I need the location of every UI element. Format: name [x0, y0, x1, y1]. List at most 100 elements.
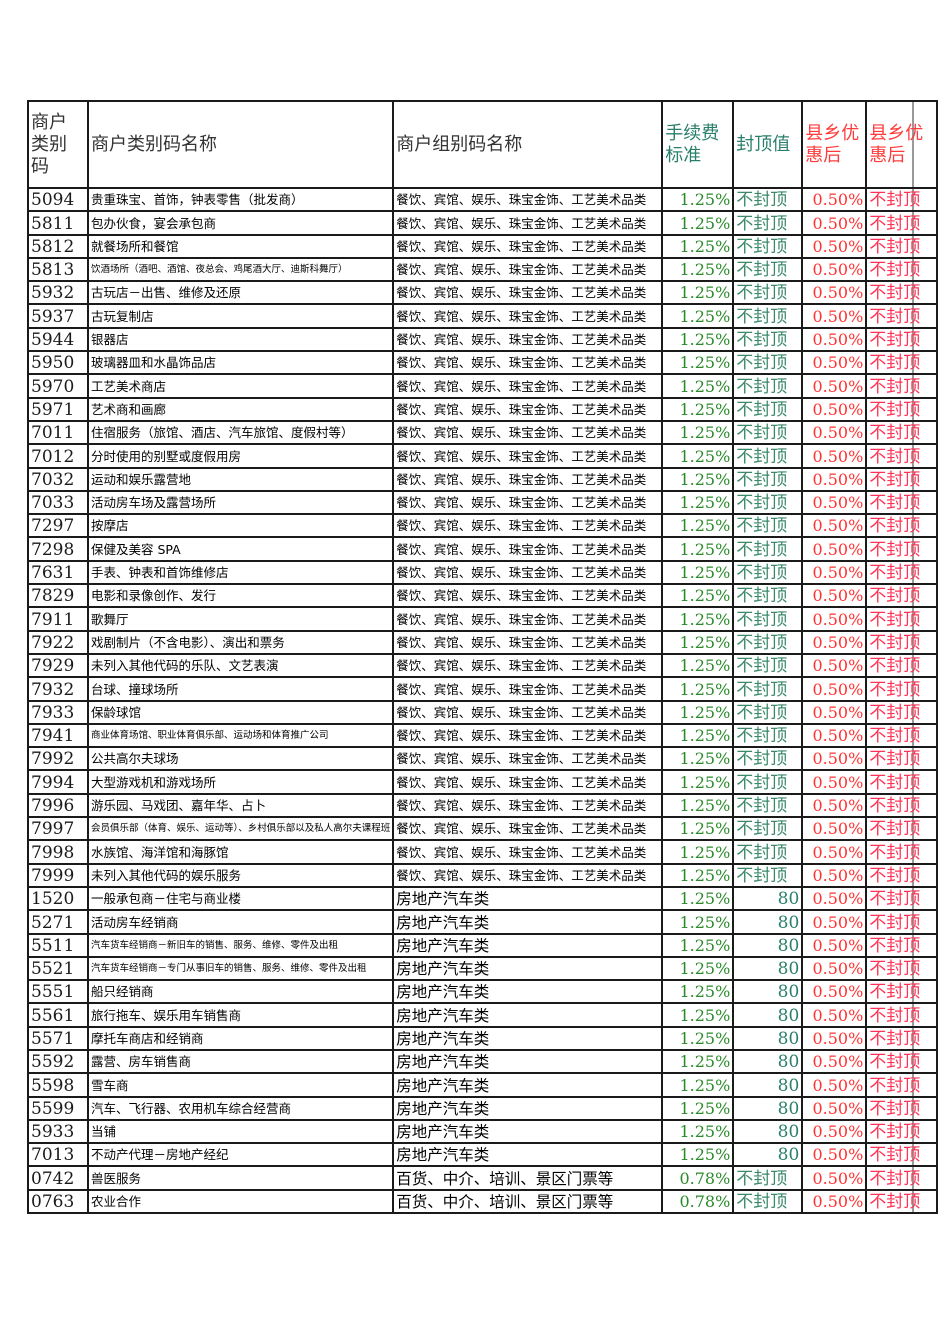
- cell-county-fee[interactable]: 0.50%: [801, 489, 868, 516]
- cell-group[interactable]: 餐饮、宾馆、娱乐、珠宝金饰、工艺美术品类: [392, 792, 664, 819]
- cell-name[interactable]: 当铺: [86, 1118, 395, 1145]
- cell-name[interactable]: 饮酒场所（酒吧、酒馆、夜总会、鸡尾酒大厅、迪斯科舞厅）: [86, 256, 395, 283]
- cell-county-cap[interactable]: 不封顶: [865, 839, 939, 865]
- cell-county-fee[interactable]: 0.50%: [801, 909, 868, 935]
- cell-county-cap[interactable]: 不封顶: [865, 513, 939, 539]
- cell-county-fee[interactable]: 0.50%: [801, 1002, 868, 1028]
- cell-county-cap[interactable]: 不封顶: [865, 373, 939, 399]
- cell-code[interactable]: 5599: [27, 1095, 89, 1121]
- cell-name[interactable]: 工艺美术商店: [86, 373, 395, 399]
- cell-code[interactable]: 7012: [27, 443, 89, 469]
- cell-fee[interactable]: 1.25%: [661, 1002, 735, 1028]
- cell-county-cap[interactable]: 不封顶: [865, 792, 939, 819]
- cell-cap[interactable]: 不封顶: [732, 1165, 804, 1191]
- cell-group[interactable]: 房地产汽车类: [392, 955, 664, 982]
- cell-name[interactable]: 银器店: [86, 326, 395, 353]
- cell-name[interactable]: 台球、撞球场所: [86, 676, 395, 702]
- cell-name[interactable]: 兽医服务: [86, 1165, 395, 1191]
- cell-cap[interactable]: 不封顶: [732, 419, 804, 446]
- cell-group[interactable]: 餐饮、宾馆、娱乐、珠宝金饰、工艺美术品类: [392, 559, 664, 586]
- cell-code[interactable]: 7997: [27, 816, 89, 842]
- cell-code[interactable]: 7932: [27, 676, 89, 702]
- cell-group[interactable]: 餐饮、宾馆、娱乐、珠宝金饰、工艺美术品类: [392, 303, 664, 329]
- cell-group[interactable]: 餐饮、宾馆、娱乐、珠宝金饰、工艺美术品类: [392, 816, 664, 842]
- cell-cap[interactable]: 不封顶: [732, 256, 804, 283]
- cell-code[interactable]: 7013: [27, 1142, 89, 1168]
- cell-county-fee[interactable]: 0.50%: [801, 419, 868, 446]
- cell-county-fee[interactable]: 0.50%: [801, 256, 868, 283]
- cell-fee[interactable]: 1.25%: [661, 280, 735, 306]
- cell-group[interactable]: 餐饮、宾馆、娱乐、珠宝金饰、工艺美术品类: [392, 233, 664, 259]
- cell-code[interactable]: 7911: [27, 606, 89, 632]
- cell-county-fee[interactable]: 0.50%: [801, 955, 868, 982]
- cell-code[interactable]: 5811: [27, 210, 89, 236]
- cell-fee[interactable]: 1.25%: [661, 746, 735, 772]
- cell-cap[interactable]: 不封顶: [732, 629, 804, 655]
- cell-fee[interactable]: 1.25%: [661, 955, 735, 982]
- cell-code[interactable]: 5094: [27, 186, 89, 213]
- cell-cap[interactable]: 不封顶: [732, 816, 804, 842]
- cell-cap[interactable]: 80: [732, 1072, 804, 1098]
- cell-cap[interactable]: 不封顶: [732, 699, 804, 725]
- cell-county-cap[interactable]: 不封顶: [865, 1142, 939, 1168]
- cell-cap[interactable]: 80: [732, 1048, 804, 1075]
- cell-name[interactable]: 手表、钟表和首饰维修店: [86, 559, 395, 586]
- cell-cap[interactable]: 不封顶: [732, 583, 804, 609]
- cell-group[interactable]: 餐饮、宾馆、娱乐、珠宝金饰、工艺美术品类: [392, 536, 664, 562]
- cell-county-fee[interactable]: 0.50%: [801, 536, 868, 562]
- cell-fee[interactable]: 1.25%: [661, 676, 735, 702]
- cell-county-fee[interactable]: 0.50%: [801, 350, 868, 376]
- cell-fee[interactable]: 1.25%: [661, 792, 735, 819]
- cell-fee[interactable]: 1.25%: [661, 350, 735, 376]
- cell-name[interactable]: 汽车货车经销商－新旧车的销售、服务、维修、零件及出租: [86, 932, 395, 958]
- cell-county-cap[interactable]: 不封顶: [865, 909, 939, 935]
- cell-code[interactable]: 7941: [27, 722, 89, 749]
- cell-county-cap[interactable]: 不封顶: [865, 1118, 939, 1145]
- cell-code[interactable]: 7829: [27, 583, 89, 609]
- cell-county-fee[interactable]: 0.50%: [801, 699, 868, 725]
- cell-group[interactable]: 餐饮、宾馆、娱乐、珠宝金饰、工艺美术品类: [392, 652, 664, 679]
- cell-county-cap[interactable]: 不封顶: [865, 979, 939, 1005]
- cell-county-cap[interactable]: 不封顶: [865, 583, 939, 609]
- cell-name[interactable]: 保龄球馆: [86, 699, 395, 725]
- cell-name[interactable]: 分时使用的别墅或度假用房: [86, 443, 395, 469]
- cell-name[interactable]: 古玩店－出售、维修及还原: [86, 280, 395, 306]
- cell-county-fee[interactable]: 0.50%: [801, 443, 868, 469]
- cell-cap[interactable]: 不封顶: [732, 839, 804, 865]
- cell-group[interactable]: 百货、中介、培训、景区门票等: [392, 1165, 664, 1191]
- cell-county-fee[interactable]: 0.50%: [801, 792, 868, 819]
- cell-county-cap[interactable]: 不封顶: [865, 606, 939, 632]
- cell-cap[interactable]: 不封顶: [732, 210, 804, 236]
- cell-county-fee[interactable]: 0.50%: [801, 466, 868, 492]
- cell-fee[interactable]: 1.25%: [661, 839, 735, 865]
- cell-name[interactable]: 水族馆、海洋馆和海豚馆: [86, 839, 395, 865]
- cell-code[interactable]: 5813: [27, 256, 89, 283]
- cell-fee[interactable]: 1.25%: [661, 583, 735, 609]
- cell-cap[interactable]: 不封顶: [732, 466, 804, 492]
- cell-county-fee[interactable]: 0.50%: [801, 676, 868, 702]
- cell-fee[interactable]: 1.25%: [661, 862, 735, 888]
- cell-group[interactable]: 餐饮、宾馆、娱乐、珠宝金饰、工艺美术品类: [392, 326, 664, 353]
- cell-group[interactable]: 房地产汽车类: [392, 979, 664, 1005]
- cell-code[interactable]: 7011: [27, 419, 89, 446]
- cell-group[interactable]: 餐饮、宾馆、娱乐、珠宝金饰、工艺美术品类: [392, 839, 664, 865]
- cell-code[interactable]: 7999: [27, 862, 89, 888]
- cell-fee[interactable]: 1.25%: [661, 629, 735, 655]
- cell-cap[interactable]: 不封顶: [732, 326, 804, 353]
- cell-name[interactable]: 贵重珠宝、首饰，钟表零售（批发商）: [86, 186, 395, 213]
- cell-county-fee[interactable]: 0.50%: [801, 816, 868, 842]
- cell-name[interactable]: 住宿服务（旅馆、酒店、汽车旅馆、度假村等）: [86, 419, 395, 446]
- cell-code[interactable]: 7033: [27, 489, 89, 516]
- cell-cap[interactable]: 80: [732, 1095, 804, 1121]
- cell-fee[interactable]: 1.25%: [661, 699, 735, 725]
- cell-name[interactable]: 玻璃器皿和水晶饰品店: [86, 350, 395, 376]
- cell-cap[interactable]: 不封顶: [732, 536, 804, 562]
- cell-name[interactable]: 就餐场所和餐馆: [86, 233, 395, 259]
- cell-county-fee[interactable]: 0.50%: [801, 769, 868, 795]
- cell-name[interactable]: 活动房车场及露营场所: [86, 489, 395, 516]
- cell-code[interactable]: 7992: [27, 746, 89, 772]
- cell-county-fee[interactable]: 0.50%: [801, 396, 868, 422]
- cell-cap[interactable]: 80: [732, 932, 804, 958]
- cell-group[interactable]: 餐饮、宾馆、娱乐、珠宝金饰、工艺美术品类: [392, 373, 664, 399]
- cell-group[interactable]: 餐饮、宾馆、娱乐、珠宝金饰、工艺美术品类: [392, 746, 664, 772]
